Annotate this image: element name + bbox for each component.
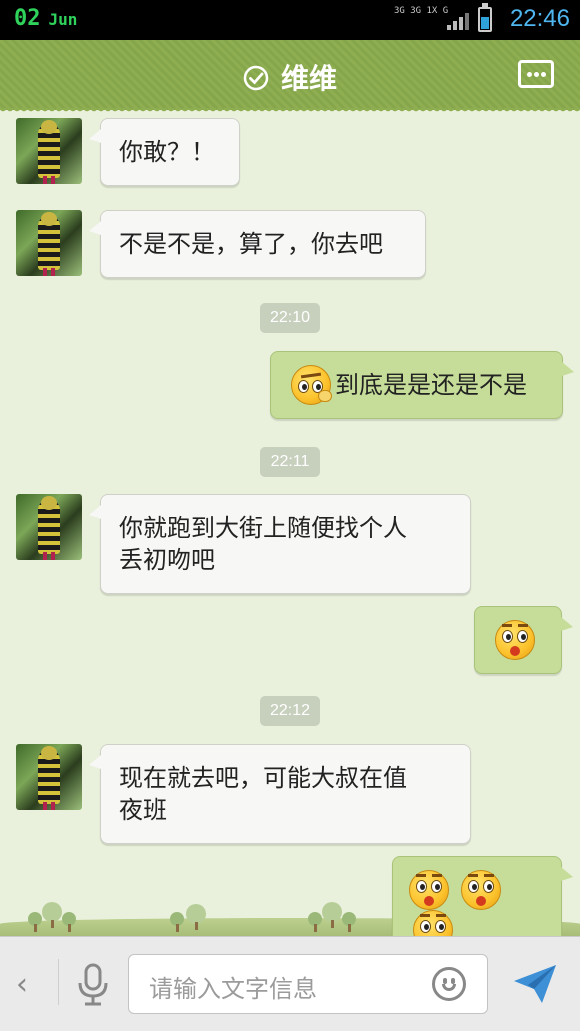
message-text-line: 现在就去吧，可能大叔在值: [119, 764, 407, 792]
contact-avatar[interactable]: [16, 744, 82, 810]
collapse-chevron-icon[interactable]: ‹: [16, 967, 28, 1002]
message-bubble-incoming[interactable]: 你就跑到大街上随便找个人 丢初吻吧: [89, 494, 471, 594]
header-title: 维维: [0, 57, 580, 97]
contact-avatar[interactable]: [16, 118, 82, 184]
chat-header: 维维: [0, 40, 580, 114]
message-bubble-outgoing[interactable]: [392, 856, 573, 936]
scared-emoji-icon: [409, 870, 449, 910]
message-text: 到底是是还是不是: [335, 371, 527, 399]
message-bubble-incoming[interactable]: 现在就去吧，可能大叔在值 夜班: [89, 744, 471, 844]
contact-avatar[interactable]: [16, 210, 82, 276]
message-bubble-incoming[interactable]: 你敢？！: [89, 118, 240, 186]
battery-level: [481, 17, 489, 29]
message-text-line: 丢初吻吧: [119, 546, 215, 574]
message-text-line: 夜班: [119, 796, 167, 824]
scared-emoji-icon: [495, 620, 535, 660]
signal-icon: [447, 13, 469, 30]
status-time: 22:46: [509, 5, 570, 32]
message-text: 你敢？！: [119, 138, 215, 166]
input-bar: ‹ 请输入文字信息: [0, 936, 580, 1031]
network-indicator-icon: 3G 3G 1X G: [394, 6, 449, 16]
microphone-icon[interactable]: [76, 963, 110, 1007]
message-timestamp: 22:12: [260, 696, 320, 726]
check-circle-icon: [243, 65, 269, 91]
scared-emoji-icon: [460, 870, 501, 910]
message-list[interactable]: 你敢？！ 不是不是，算了，你去吧 22:10 到底是是还是不是 22:11 你就…: [0, 110, 580, 936]
more-dots-icon: [527, 72, 532, 77]
status-date: 02 Jun: [14, 6, 78, 31]
scared-emoji-icon: [413, 910, 453, 936]
message-timestamp: 22:11: [260, 447, 320, 477]
contact-avatar[interactable]: [16, 494, 82, 560]
message-text-line: 你就跑到大街上随便找个人: [119, 514, 407, 542]
message-bubble-incoming[interactable]: 不是不是，算了，你去吧: [89, 210, 426, 278]
message-timestamp: 22:10: [260, 303, 320, 333]
divider: [58, 959, 59, 1005]
message-bubble-outgoing[interactable]: [474, 606, 573, 674]
send-icon[interactable]: [512, 963, 558, 1005]
status-bar: 02 Jun 3G 3G 1X G 22:46: [0, 0, 580, 40]
smiley-icon[interactable]: [432, 967, 466, 1001]
battery-icon: [478, 3, 492, 32]
thinking-emoji-icon: [291, 365, 332, 405]
more-options-button[interactable]: [518, 60, 554, 88]
message-bubble-outgoing[interactable]: 到底是是还是不是: [270, 351, 574, 419]
contact-name: 维维: [280, 62, 337, 95]
message-text: 不是不是，算了，你去吧: [119, 230, 383, 258]
